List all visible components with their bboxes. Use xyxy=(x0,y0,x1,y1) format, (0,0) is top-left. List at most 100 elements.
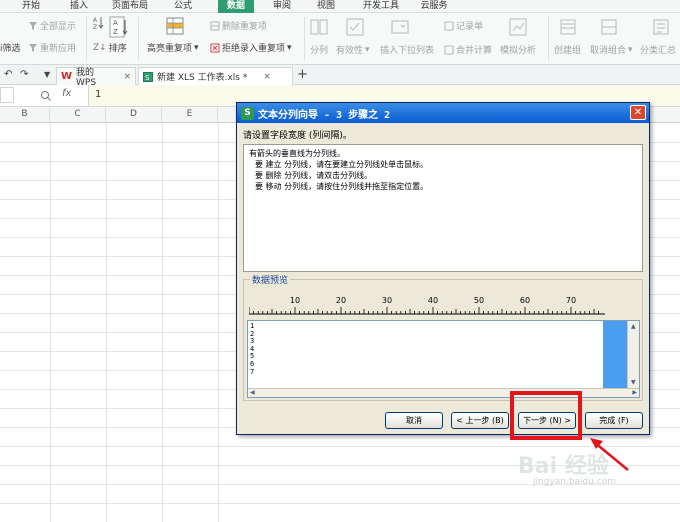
sort-label: 排序 xyxy=(108,44,127,54)
show-all-label: 全部显示 xyxy=(40,22,77,32)
divider xyxy=(86,17,87,61)
instructions-panel: 有箭头的垂直线为分列线。 要 建立 分列线，请在要建立分列线处单击鼠标。 要 删… xyxy=(243,144,643,272)
ungroup-icon xyxy=(601,19,617,35)
show-all-button[interactable]: 全部显示 xyxy=(28,19,76,32)
tab-developer[interactable]: 开发工具 xyxy=(356,0,406,13)
reject-duplicates-button[interactable]: 拒绝录入重复项 ▾ xyxy=(210,41,292,54)
name-box[interactable] xyxy=(0,87,14,103)
funnel-icon xyxy=(29,21,37,30)
create-group-button[interactable]: 创建组 xyxy=(554,43,581,56)
reject-duplicates-icon xyxy=(210,43,220,52)
filter-label: i筛选 xyxy=(0,44,21,54)
tab-cloud[interactable]: 云服务 xyxy=(414,0,454,13)
tab-page-layout[interactable]: 页面布局 xyxy=(106,0,154,13)
instruction-line: 要 删除 分列线，请双击分列线。 xyxy=(255,171,373,180)
simulate-label: 模拟分析 xyxy=(500,46,537,56)
svg-text:A: A xyxy=(93,17,98,24)
reject-duplicates-label: 拒绝录入重复项 xyxy=(222,44,286,54)
new-tab-button[interactable]: + xyxy=(297,67,308,82)
watermark-logo: Bai 经验 xyxy=(518,454,609,479)
tab-insert[interactable]: 插入 xyxy=(62,0,96,13)
column-ruler[interactable]: 10 20 30 40 50 60 70 xyxy=(249,294,605,320)
close-tab-icon[interactable]: × xyxy=(263,72,271,82)
highlight-duplicates-button[interactable]: 高亮重复项 ▾ xyxy=(147,41,199,55)
divider xyxy=(304,17,305,61)
preview-area[interactable]: 1234567 ▲ ▼ ◀ ▶ xyxy=(247,320,640,398)
tab-data[interactable]: 数据 xyxy=(218,0,254,13)
delete-duplicates-icon xyxy=(210,21,220,30)
ruler-tick-label: 50 xyxy=(474,296,484,305)
redo-icon[interactable]: ↷ xyxy=(20,69,28,80)
sort-button[interactable]: Z↓ 排序 xyxy=(93,41,127,55)
dropdown-list-button[interactable]: 插入下拉列表 xyxy=(380,43,434,56)
column-header-c[interactable]: C xyxy=(50,107,106,123)
split-column-button[interactable]: 分列 xyxy=(310,43,328,56)
dropdown-list-icon xyxy=(391,20,409,34)
validity-button[interactable]: 有效性 ▾ xyxy=(336,43,370,57)
grid-column-line xyxy=(106,123,107,522)
svg-text:Z: Z xyxy=(113,28,118,36)
ungroup-button[interactable]: 取消组合 ▾ xyxy=(590,43,633,57)
scroll-track[interactable]: ▲ ▼ xyxy=(627,321,639,389)
vertical-scrollbar[interactable]: ▲ ▼ xyxy=(603,321,639,389)
wps-logo-icon: W xyxy=(61,71,73,82)
sort-icon[interactable]: AZ xyxy=(108,16,130,38)
dialog-title: 文本分列向导 - 3 步骤之 2 xyxy=(258,109,391,121)
undo-icon[interactable]: ↶ xyxy=(4,69,12,80)
merge-calc-icon xyxy=(444,45,454,54)
scroll-up-icon[interactable]: ▲ xyxy=(631,323,636,330)
data-preview-label: 数据预览 xyxy=(250,273,291,286)
tab-workbook[interactable]: S 新建 XLS 工作表.xls * × xyxy=(138,67,293,85)
highlight-box xyxy=(510,391,582,440)
instruction-line: 要 建立 分列线，请在要建立分列线处单击鼠标。 xyxy=(255,160,429,169)
grid-column-line xyxy=(218,123,219,522)
merge-calc-button[interactable]: 合并计算 xyxy=(444,43,492,56)
ungroup-label: 取消组合 xyxy=(590,46,627,56)
back-button[interactable]: < 上一步 (B) xyxy=(451,412,509,429)
close-tab-icon[interactable]: × xyxy=(123,72,131,82)
ruler-tick-label: 70 xyxy=(566,296,576,305)
dialog-title-bar[interactable]: S 文本分列向导 - 3 步骤之 2 ✕ xyxy=(237,103,649,123)
scroll-down-icon[interactable]: ▼ xyxy=(631,379,636,386)
scroll-left-icon[interactable]: ◀ xyxy=(250,389,255,396)
instructions-title: 有箭头的垂直线为分列线。 xyxy=(249,149,345,158)
delete-duplicates-button[interactable]: 删除重复项 xyxy=(210,19,267,32)
tab-my-wps[interactable]: W 我的WPS × xyxy=(56,67,136,88)
split-column-label: 分列 xyxy=(310,46,329,56)
document-tab-bar: ↶ ↷ ▼ W 我的WPS × S 新建 XLS 工作表.xls * × + xyxy=(0,65,680,88)
create-group-icon xyxy=(560,19,576,35)
ruler-tick-label: 30 xyxy=(382,296,392,305)
column-header-b[interactable]: B xyxy=(0,107,50,123)
finish-button[interactable]: 完成 (F) xyxy=(585,412,643,429)
preview-row: 7 xyxy=(250,367,255,376)
spreadsheet-file-icon: S xyxy=(143,71,153,82)
cancel-button[interactable]: 取消 xyxy=(385,412,443,429)
grid-row-line xyxy=(0,446,680,447)
svg-text:A: A xyxy=(113,19,118,27)
scroll-right-icon[interactable]: ▶ xyxy=(632,389,637,396)
simulate-icon xyxy=(509,18,527,36)
reapply-button[interactable]: 重新应用 xyxy=(28,41,76,54)
column-header-d[interactable]: D xyxy=(106,107,162,123)
zoom-icon[interactable] xyxy=(40,90,52,102)
watermark-url: jingyan.baidu.com xyxy=(533,477,617,487)
formula-value: 1 xyxy=(95,89,102,100)
ruler-tick-label: 60 xyxy=(520,296,530,305)
subtotal-button[interactable]: 分类汇总 xyxy=(640,43,676,56)
simulate-button[interactable]: 模拟分析 xyxy=(500,43,536,56)
merge-calc-label: 合并计算 xyxy=(456,46,493,56)
column-highlight xyxy=(603,321,627,389)
tab-home[interactable]: 开始 xyxy=(14,0,48,13)
fx-label[interactable]: fx xyxy=(62,88,71,99)
tab-review[interactable]: 审阅 xyxy=(266,0,298,13)
grid-column-line xyxy=(50,123,51,522)
column-header-e[interactable]: E xyxy=(162,107,218,123)
tab-formulas[interactable]: 公式 xyxy=(166,0,200,13)
filter-button[interactable]: i筛选 xyxy=(0,41,21,54)
customize-dropdown-icon[interactable]: ▼ xyxy=(44,70,50,79)
data-preview-group: 数据预览 10 20 30 40 50 60 70 1234567 ▲ ▼ ◀ ▶ xyxy=(243,273,643,401)
menu-bar: 开始 插入 页面布局 公式 数据 审阅 视图 开发工具 云服务 xyxy=(0,0,680,13)
record-form-button[interactable]: 记录单 xyxy=(444,19,483,32)
tab-view[interactable]: 视图 xyxy=(310,0,342,13)
close-button[interactable]: ✕ xyxy=(630,105,646,120)
